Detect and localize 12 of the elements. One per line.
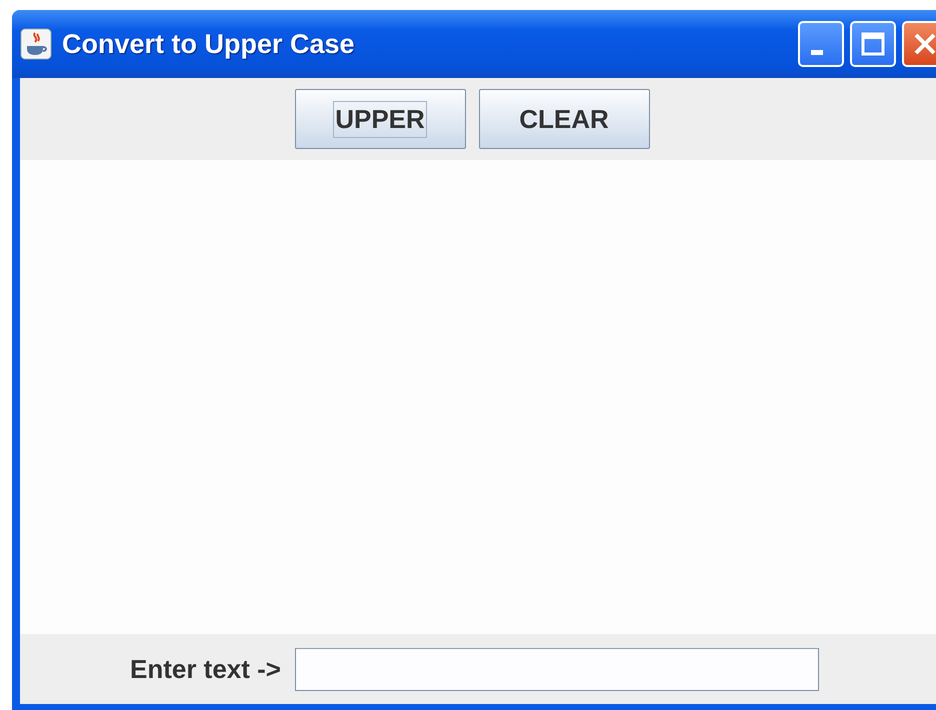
field-label: Enter text -> [130,654,281,684]
input-field[interactable] [295,648,819,690]
minimize-icon [811,50,823,54]
window-title: Convert to Upper Case [62,28,356,60]
minimize-button[interactable] [798,21,844,67]
maximize-icon [860,31,886,57]
coffee-cup-icon [20,28,52,60]
close-button[interactable] [902,21,936,67]
close-icon [912,31,936,57]
maximize-button[interactable] [850,21,896,67]
action-button[interactable]: CLEAR [478,89,650,149]
action-button[interactable]: UPPER [294,89,466,149]
